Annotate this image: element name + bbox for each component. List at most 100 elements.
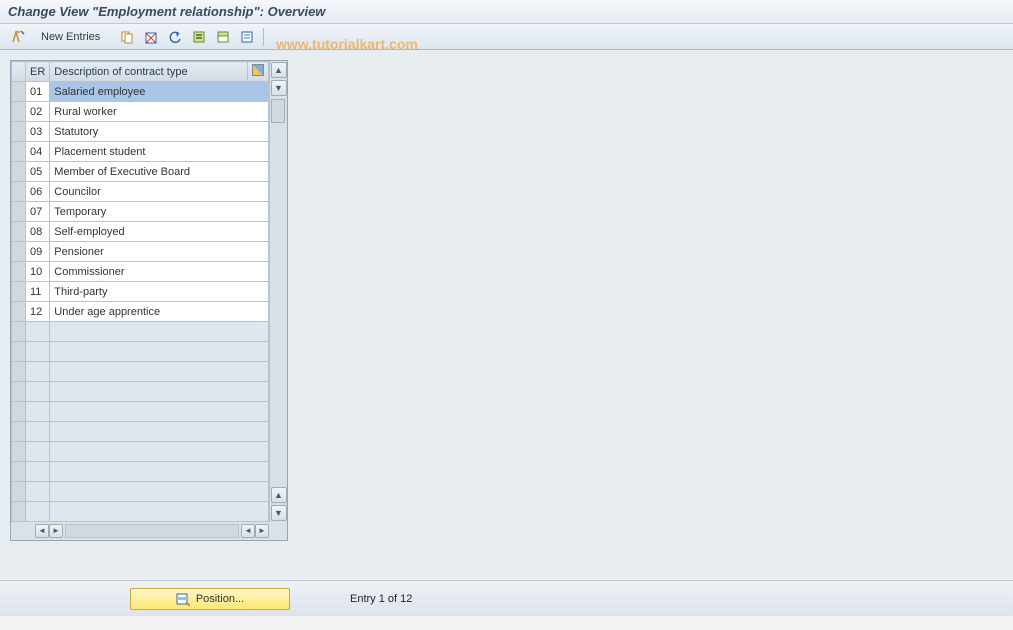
row-selector[interactable] xyxy=(12,222,26,242)
desc-cell[interactable]: Self-employed xyxy=(50,222,269,242)
table-row[interactable]: 06Councilor xyxy=(12,182,269,202)
er-cell[interactable]: 03 xyxy=(26,122,50,142)
er-cell[interactable]: 09 xyxy=(26,242,50,262)
main-area: ER Description of contract type 01Salari… xyxy=(0,50,1013,580)
table-settings-icon xyxy=(252,64,264,76)
desc-cell[interactable]: Member of Executive Board xyxy=(50,162,269,182)
deselect-all-icon[interactable] xyxy=(237,27,257,47)
table-row-empty xyxy=(12,382,269,402)
desc-cell[interactable]: Placement student xyxy=(50,142,269,162)
scroll-up-icon[interactable]: ▲ xyxy=(271,62,287,78)
row-selector[interactable] xyxy=(12,302,26,322)
row-selector[interactable] xyxy=(12,182,26,202)
desc-cell[interactable]: Third-party xyxy=(50,282,269,302)
table-row[interactable]: 01Salaried employee xyxy=(12,82,269,102)
row-selector[interactable] xyxy=(12,142,26,162)
table-row[interactable]: 12Under age apprentice xyxy=(12,302,269,322)
row-selector[interactable] xyxy=(12,102,26,122)
row-selector[interactable] xyxy=(12,122,26,142)
desc-cell[interactable]: Under age apprentice xyxy=(50,302,269,322)
horizontal-scrollbar[interactable]: ◄ ► ◄ ► xyxy=(11,522,287,540)
scroll-up2-icon[interactable]: ▲ xyxy=(271,487,287,503)
row-selector[interactable] xyxy=(12,422,26,442)
select-all-icon[interactable] xyxy=(189,27,209,47)
er-cell[interactable]: 06 xyxy=(26,182,50,202)
scroll-right2-icon[interactable]: ► xyxy=(255,524,269,538)
row-selector[interactable] xyxy=(12,362,26,382)
table-row[interactable]: 07Temporary xyxy=(12,202,269,222)
new-entries-button[interactable]: New Entries xyxy=(32,28,109,46)
er-cell[interactable]: 02 xyxy=(26,102,50,122)
row-selector[interactable] xyxy=(12,382,26,402)
er-cell[interactable]: 05 xyxy=(26,162,50,182)
table-row[interactable]: 05Member of Executive Board xyxy=(12,162,269,182)
desc-header[interactable]: Description of contract type xyxy=(50,62,248,82)
row-selector[interactable] xyxy=(12,202,26,222)
scroll-left2-icon[interactable]: ◄ xyxy=(241,524,255,538)
scroll-track[interactable] xyxy=(271,99,287,484)
desc-cell xyxy=(50,362,269,382)
er-cell xyxy=(26,422,50,442)
select-block-icon[interactable] xyxy=(213,27,233,47)
er-cell xyxy=(26,502,50,522)
scroll-down-icon[interactable]: ▼ xyxy=(271,80,287,96)
hscroll-track[interactable] xyxy=(65,524,239,538)
entry-counter: Entry 1 of 12 xyxy=(350,593,412,605)
table-row[interactable]: 04Placement student xyxy=(12,142,269,162)
delete-icon[interactable] xyxy=(141,27,161,47)
scroll-down2-icon[interactable]: ▼ xyxy=(271,505,287,521)
row-selector[interactable] xyxy=(12,82,26,102)
row-selector[interactable] xyxy=(12,262,26,282)
row-selector[interactable] xyxy=(12,402,26,422)
table-row[interactable]: 08Self-employed xyxy=(12,222,269,242)
desc-cell xyxy=(50,322,269,342)
copy-icon[interactable] xyxy=(117,27,137,47)
table-settings-header[interactable] xyxy=(248,62,269,82)
row-selector[interactable] xyxy=(12,282,26,302)
row-selector[interactable] xyxy=(12,322,26,342)
desc-cell[interactable]: Rural worker xyxy=(50,102,269,122)
er-cell[interactable]: 10 xyxy=(26,262,50,282)
row-selector[interactable] xyxy=(12,342,26,362)
table-row-empty xyxy=(12,482,269,502)
row-selector[interactable] xyxy=(12,162,26,182)
toggle-icon[interactable] xyxy=(8,27,28,47)
er-cell[interactable]: 12 xyxy=(26,302,50,322)
row-selector[interactable] xyxy=(12,482,26,502)
undo-icon[interactable] xyxy=(165,27,185,47)
employment-table: ER Description of contract type 01Salari… xyxy=(11,61,269,522)
row-selector[interactable] xyxy=(12,242,26,262)
table-row-empty xyxy=(12,362,269,382)
er-cell[interactable]: 07 xyxy=(26,202,50,222)
scroll-right-icon[interactable]: ► xyxy=(49,524,63,538)
er-header[interactable]: ER xyxy=(26,62,50,82)
er-cell[interactable]: 01 xyxy=(26,82,50,102)
er-cell xyxy=(26,382,50,402)
table-row[interactable]: 02Rural worker xyxy=(12,102,269,122)
desc-cell[interactable]: Salaried employee xyxy=(50,82,269,102)
select-all-header[interactable] xyxy=(12,62,26,82)
er-cell[interactable]: 11 xyxy=(26,282,50,302)
desc-cell xyxy=(50,442,269,462)
table-row[interactable]: 09Pensioner xyxy=(12,242,269,262)
desc-cell[interactable]: Statutory xyxy=(50,122,269,142)
table-row-empty xyxy=(12,322,269,342)
desc-cell[interactable]: Pensioner xyxy=(50,242,269,262)
title-bar: Change View "Employment relationship": O… xyxy=(0,0,1013,24)
desc-cell[interactable]: Temporary xyxy=(50,202,269,222)
table-row-empty xyxy=(12,462,269,482)
row-selector[interactable] xyxy=(12,462,26,482)
er-cell[interactable]: 04 xyxy=(26,142,50,162)
desc-cell[interactable]: Councilor xyxy=(50,182,269,202)
er-cell[interactable]: 08 xyxy=(26,222,50,242)
er-cell xyxy=(26,442,50,462)
row-selector[interactable] xyxy=(12,442,26,462)
table-row[interactable]: 03Statutory xyxy=(12,122,269,142)
desc-cell[interactable]: Commissioner xyxy=(50,262,269,282)
row-selector[interactable] xyxy=(12,502,26,522)
position-button[interactable]: Position... xyxy=(130,588,290,610)
vertical-scrollbar[interactable]: ▲ ▼ ▲ ▼ xyxy=(269,61,287,522)
table-row[interactable]: 10Commissioner xyxy=(12,262,269,282)
scroll-left-icon[interactable]: ◄ xyxy=(35,524,49,538)
table-row[interactable]: 11Third-party xyxy=(12,282,269,302)
